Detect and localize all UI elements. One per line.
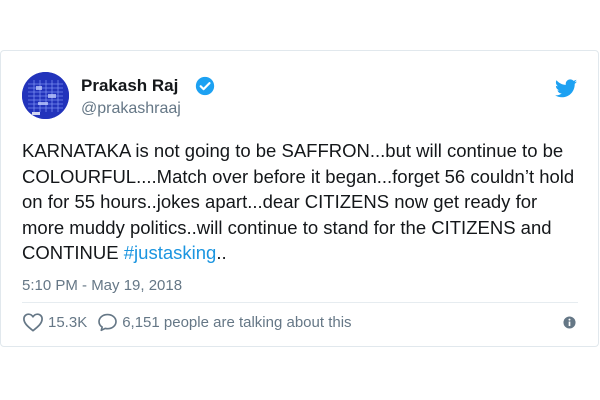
- tweet-text: KARNATAKA is not going to be SAFFRON...b…: [22, 138, 582, 266]
- tweet-card: Prakash Raj @prakashraaj KARNATAKA is no…: [0, 50, 599, 347]
- like-count: 15.3K: [48, 313, 88, 331]
- tweet-trailing: ..: [216, 242, 227, 263]
- avatar-image: [22, 72, 69, 119]
- tweet-body: KARNATAKA is not going to be SAFFRON...b…: [22, 140, 575, 263]
- verified-badge-icon: [195, 76, 215, 96]
- talking-about-link[interactable]: 6,151 people are talking about this: [97, 312, 352, 332]
- like-button[interactable]: 15.3K: [22, 312, 87, 332]
- talking-about-text: 6,151 people are talking about this: [122, 313, 352, 331]
- author-name[interactable]: Prakash Raj: [81, 76, 178, 96]
- hashtag-link[interactable]: #justasking: [124, 242, 217, 263]
- twitter-bird-icon[interactable]: [555, 79, 577, 98]
- divider: [22, 302, 578, 303]
- info-icon[interactable]: [563, 316, 576, 329]
- speech-bubble-icon: [98, 313, 118, 332]
- avatar[interactable]: [22, 72, 69, 119]
- action-bar: 15.3K 6,151 people are talking about thi…: [22, 310, 352, 334]
- tweet-timestamp[interactable]: 5:10 PM - May 19, 2018: [22, 277, 182, 294]
- heart-icon: [23, 313, 43, 332]
- author-handle[interactable]: @prakashraaj: [81, 100, 181, 118]
